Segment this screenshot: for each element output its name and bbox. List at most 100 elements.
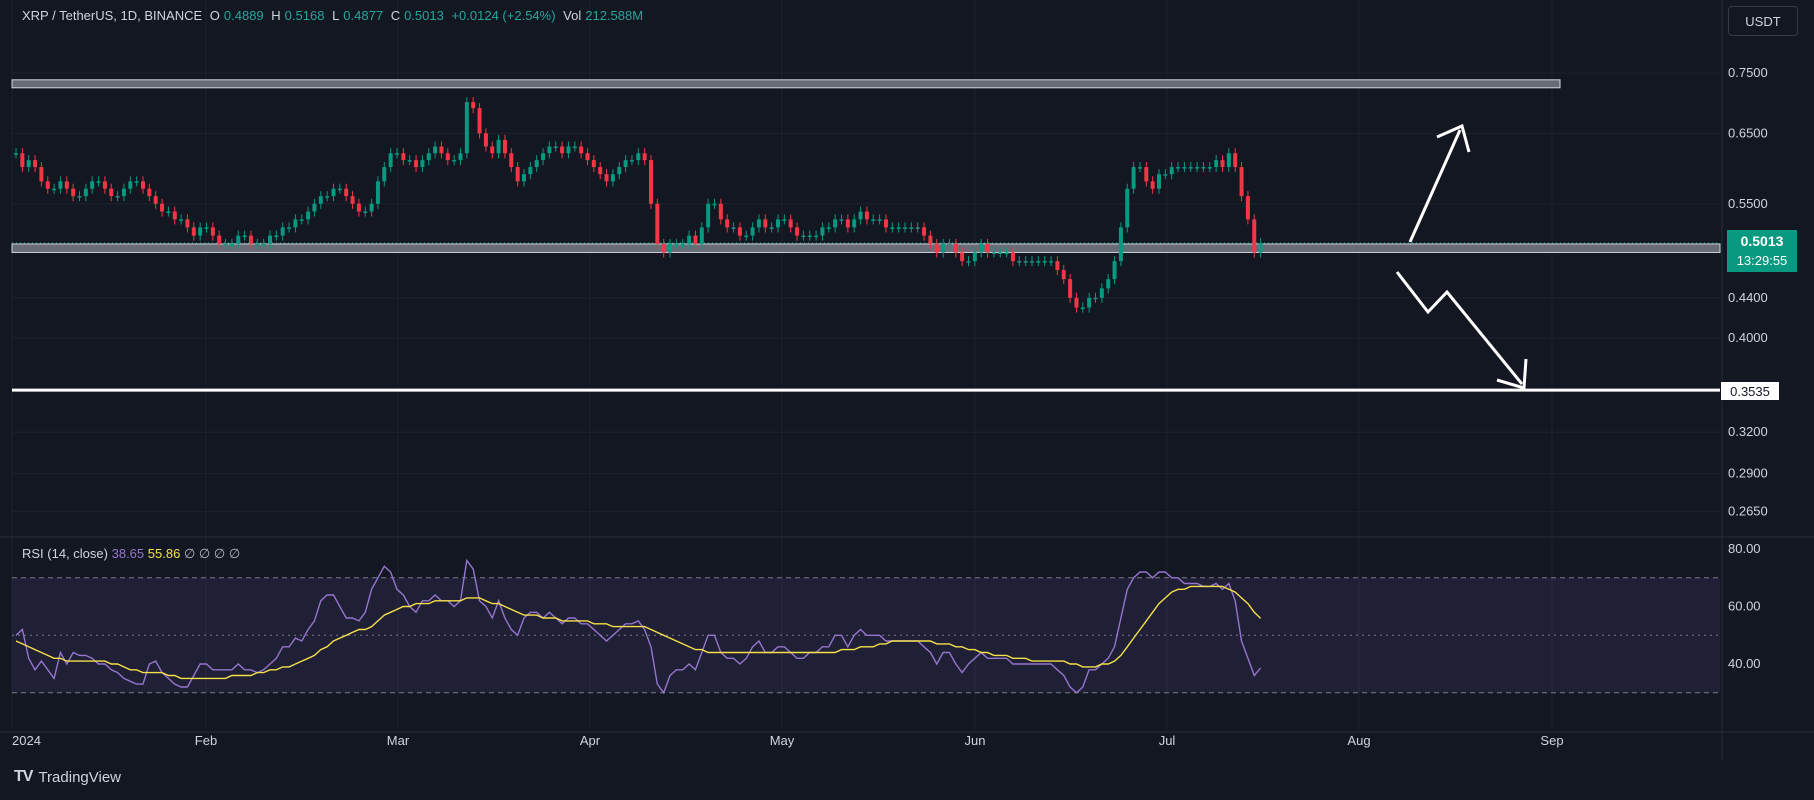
candle-body-32 bbox=[217, 235, 222, 244]
candle-body-34 bbox=[229, 243, 234, 246]
candle-body-37 bbox=[248, 235, 253, 244]
rsi-pane bbox=[12, 558, 1720, 695]
candle-body-144 bbox=[928, 235, 933, 244]
candle-body-119 bbox=[769, 227, 774, 229]
candle-body-143 bbox=[922, 227, 927, 236]
candle-body-84 bbox=[547, 146, 552, 154]
candle-body-169 bbox=[1087, 297, 1092, 308]
candle-body-75 bbox=[490, 146, 495, 154]
symbol-title[interactable]: XRP / TetherUS, 1D, BINANCE bbox=[22, 8, 202, 23]
candle-body-70 bbox=[458, 153, 463, 161]
candle-body-94 bbox=[610, 174, 615, 182]
candle-body-113 bbox=[731, 227, 736, 229]
low-label: L bbox=[332, 8, 340, 23]
candle-body-118 bbox=[763, 219, 768, 228]
candle-body-43 bbox=[287, 227, 292, 229]
candle-body-127 bbox=[820, 227, 825, 236]
candle-body-12 bbox=[90, 181, 95, 189]
zone-1 bbox=[11, 79, 1561, 89]
candle-body-15 bbox=[109, 188, 114, 197]
currency-button[interactable]: USDT bbox=[1728, 6, 1798, 36]
candle-body-30 bbox=[204, 227, 209, 229]
candle-body-69 bbox=[452, 160, 457, 162]
candle-body-124 bbox=[801, 235, 806, 238]
rsi-legend: RSI (14, close) 38.65 55.86 ∅ ∅ ∅ ∅ bbox=[22, 546, 240, 562]
candle-body-188 bbox=[1207, 167, 1212, 169]
candle-body-175 bbox=[1125, 188, 1130, 228]
candle-body-62 bbox=[407, 160, 412, 162]
rsi-tick-label: 60.00 bbox=[1728, 599, 1761, 614]
price-tick-label: 0.5500 bbox=[1728, 196, 1768, 211]
candle-body-99 bbox=[642, 153, 647, 161]
candle-body-28 bbox=[191, 227, 196, 236]
candle-body-21 bbox=[147, 188, 152, 197]
candle-body-172 bbox=[1106, 279, 1111, 289]
candle-body-91 bbox=[591, 160, 596, 168]
current-price-tag: 0.5013 13:29:55 bbox=[1727, 230, 1797, 272]
candle-body-16 bbox=[115, 196, 120, 198]
candle-body-74 bbox=[483, 133, 488, 147]
candle-body-149 bbox=[960, 252, 965, 262]
candle-body-104 bbox=[674, 243, 679, 246]
candle-body-108 bbox=[699, 227, 704, 244]
support-level-tag: 0.3535 bbox=[1720, 381, 1780, 401]
candle-body-167 bbox=[1074, 297, 1079, 308]
candle-body-102 bbox=[661, 243, 666, 253]
candle-body-161 bbox=[1036, 261, 1041, 263]
candle-body-107 bbox=[693, 235, 698, 244]
candle-body-189 bbox=[1214, 160, 1219, 168]
candle-body-183 bbox=[1176, 167, 1181, 169]
candle-body-59 bbox=[388, 153, 393, 168]
candle-body-79 bbox=[515, 167, 520, 182]
candle-body-54 bbox=[356, 203, 361, 212]
rsi-na-2: ∅ bbox=[198, 546, 211, 561]
candle-body-111 bbox=[718, 203, 723, 220]
candle-body-60 bbox=[395, 153, 399, 155]
high-label: H bbox=[271, 8, 281, 23]
candle-body-4 bbox=[39, 167, 44, 182]
candle-body-179 bbox=[1150, 181, 1155, 189]
time-tick-label: Jun bbox=[965, 733, 986, 748]
candle-body-33 bbox=[223, 243, 228, 246]
candle-body-146 bbox=[941, 243, 946, 253]
candle-body-129 bbox=[833, 219, 838, 228]
price-tick-label: 0.6500 bbox=[1728, 125, 1768, 140]
candle-body-57 bbox=[375, 181, 380, 204]
candle-body-182 bbox=[1169, 167, 1174, 175]
candle-body-181 bbox=[1163, 174, 1168, 176]
rsi-label[interactable]: RSI (14, close) bbox=[22, 546, 108, 561]
candle-body-8 bbox=[64, 181, 69, 189]
candle-body-19 bbox=[134, 181, 139, 183]
candle-body-134 bbox=[864, 211, 869, 220]
candle-body-50 bbox=[331, 188, 336, 197]
candle-body-13 bbox=[96, 181, 101, 183]
current-price-value: 0.5013 bbox=[1740, 233, 1784, 249]
candle-body-158 bbox=[1017, 261, 1022, 263]
candle-body-159 bbox=[1023, 261, 1028, 263]
time-tick-label: Sep bbox=[1540, 733, 1563, 748]
tradingview-brand[interactable]: TV TradingView bbox=[14, 768, 121, 786]
candle-body-165 bbox=[1061, 270, 1066, 280]
close-value: 0.5013 bbox=[404, 8, 444, 23]
candle-body-166 bbox=[1068, 279, 1073, 298]
candle-body-140 bbox=[903, 227, 907, 229]
candle-body-7 bbox=[58, 181, 63, 189]
candle-body-100 bbox=[649, 160, 653, 204]
open-value: 0.4889 bbox=[223, 8, 264, 23]
candle-body-106 bbox=[687, 235, 692, 244]
candle-body-73 bbox=[477, 108, 482, 134]
candle-body-160 bbox=[1030, 261, 1034, 263]
candle-body-95 bbox=[617, 167, 622, 175]
candle-body-87 bbox=[566, 146, 571, 154]
price-tick-label: 0.4000 bbox=[1728, 330, 1768, 345]
candle-body-173 bbox=[1112, 261, 1117, 280]
candle-body-116 bbox=[750, 227, 755, 236]
candle-body-155 bbox=[998, 252, 1003, 254]
candle-body-174 bbox=[1118, 227, 1123, 262]
candle-body-92 bbox=[598, 167, 603, 175]
candle-body-187 bbox=[1201, 167, 1206, 169]
low-value: 0.4877 bbox=[343, 8, 384, 23]
candle-body-10 bbox=[77, 196, 82, 198]
chart-canvas[interactable]: 0.7500 0.6500 0.5500 0.4400 0.4000 0.3200 0.29… bbox=[0, 0, 1814, 800]
candle-body-23 bbox=[160, 203, 165, 212]
